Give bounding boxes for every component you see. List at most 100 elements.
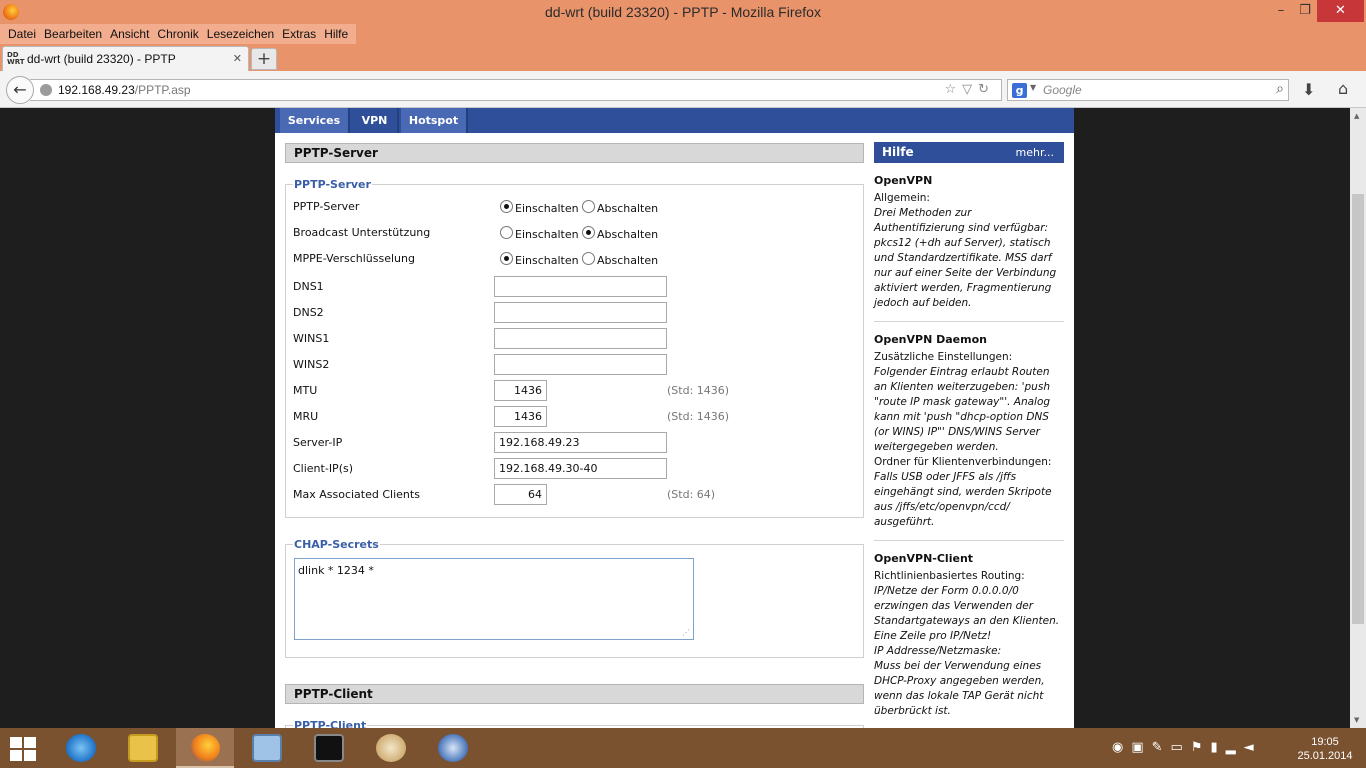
download-icon[interactable]: ⬇ [1302,80,1315,99]
google-icon[interactable]: g [1012,83,1027,98]
menu-item-ansicht[interactable]: Ansicht [106,24,153,44]
maximize-button[interactable]: ❐ [1290,0,1320,22]
pptp-server-section-title: PPTP-Server [285,143,864,163]
pen-tray-icon[interactable]: ✎ [1152,740,1163,755]
url-path: /PPTP.asp [134,83,191,97]
close-window-button[interactable]: ✕ [1317,0,1364,22]
help-paragraph: Drei Methoden zur Authentifizierung sind… [874,207,1057,309]
tab-hotspot[interactable]: Hotspot [401,108,468,133]
broadcast-unterst-tzung-off-label: Abschalten [597,228,659,241]
navigation-toolbar: 192.168.49.23/PPTP.asp ☆▽↻ ← g ▼ Google … [0,71,1366,108]
url-bar[interactable]: 192.168.49.23/PPTP.asp ☆▽↻ [30,79,1002,101]
wins2-label: WINS2 [293,358,330,371]
pptp-server-on-radio[interactable] [500,200,513,213]
new-tab-button[interactable]: + [251,48,277,70]
paint-icon [376,734,406,762]
mtu-label: MTU [293,384,318,397]
help-paragraph: IP Addresse/Netzmaske: [874,645,1002,657]
server-ip-input[interactable]: 192.168.49.23 [494,432,667,453]
search-bar[interactable]: g ▼ Google ⌕ [1007,79,1289,101]
taskbar-paint[interactable] [362,728,420,768]
back-arrow-icon: ← [13,80,27,99]
mru-default-hint: (Std: 1436) [667,410,730,423]
resize-grip-icon[interactable]: ⋰ [682,628,690,637]
clock-time: 19:05 [1311,736,1339,748]
help-paragraph: Allgemein: [874,192,930,204]
taskbar-control-panel[interactable] [238,728,296,768]
taskbar-thunderbird[interactable] [424,728,482,768]
dns1-input[interactable] [494,276,667,297]
ddwrt-page: Services VPN Hotspot PPTP-Server PPTP-Se… [275,108,1074,728]
server-ip-label: Server-IP [293,436,343,449]
opera-tray-icon[interactable]: ◉ [1112,740,1123,755]
menu-item-chronik[interactable]: Chronik [153,24,202,44]
client-ip-s-input[interactable]: 192.168.49.30-40 [494,458,667,479]
menu-item-bearbeiten[interactable]: Bearbeiten [40,24,106,44]
page-scrollbar[interactable]: ▲ ▼ [1350,108,1366,728]
taskbar-firefox[interactable] [176,728,234,768]
signal-tray-icon[interactable]: ▂ [1226,740,1236,755]
windows-start-icon[interactable] [10,737,36,761]
broadcast-unterst-tzung-off-radio[interactable] [582,226,595,239]
mru-input[interactable]: 1436 [494,406,547,427]
menu-bar: Datei Bearbeiten Ansicht Chronik Lesezeichen… [0,24,1366,44]
chap-secrets-textarea[interactable]: dlink * 1234 * ⋰ [294,558,694,640]
reload-icon[interactable]: ↻ [978,82,995,97]
menu-items: Datei Bearbeiten Ansicht Chronik Lesezeichen… [0,24,357,44]
menu-item-extras[interactable]: Extras [278,24,320,44]
windows-taskbar: ◉ ▣ ✎ ▭ ⚑ ▮ ▂ ◄ 19:05 25.01.2014 [0,728,1366,768]
app-tray-icon[interactable]: ▣ [1131,740,1143,755]
menu-item-lesezeichen[interactable]: Lesezeichen [203,24,278,44]
search-engine-dropdown-icon[interactable]: ▼ [1030,83,1036,92]
taskbar-clock[interactable]: 19:05 25.01.2014 [1290,735,1360,763]
folder-icon [128,734,158,762]
system-tray: ◉ ▣ ✎ ▭ ⚑ ▮ ▂ ◄ [1112,740,1254,755]
dropdown-icon[interactable]: ▽ [962,82,978,97]
scrollbar-thumb[interactable] [1352,194,1364,624]
help-more-link[interactable]: mehr... [1016,142,1054,163]
volume-tray-icon[interactable]: ◄ [1244,740,1254,755]
menu-item-hilfe[interactable]: Hilfe [320,24,352,44]
tab-services[interactable]: Services [280,108,350,133]
home-icon[interactable]: ⌂ [1338,79,1348,98]
dns2-input[interactable] [494,302,667,323]
close-tab-icon[interactable]: ✕ [233,52,242,65]
broadcast-unterst-tzung-on-label: Einschalten [515,228,579,241]
help-block-openvpn-client: OpenVPN-Client Richtlinienbasiertes Routi… [874,541,1064,728]
tab-vpn[interactable]: VPN [352,108,399,133]
pptp-server-legend: PPTP-Server [293,178,372,191]
pptp-server-on-label: Einschalten [515,202,579,215]
help-paragraph: Falls USB oder JFFS als /jffs eingehängt… [874,471,1052,528]
back-button[interactable]: ← [6,76,34,104]
help-block-heading: OpenVPN Daemon [874,333,987,346]
scroll-up-icon[interactable]: ▲ [1354,112,1359,120]
wins1-input[interactable] [494,328,667,349]
taskbar-file-explorer[interactable] [114,728,172,768]
browser-tab[interactable]: DD WRT dd-wrt (build 23320) - PPTP ✕ [2,46,249,71]
broadcast-unterst-tzung-on-radio[interactable] [500,226,513,239]
internet-explorer-icon [66,734,96,762]
menu-item-datei[interactable]: Datei [4,24,40,44]
pptp-server-label: PPTP-Server [293,200,360,213]
mtu-input[interactable]: 1436 [494,380,547,401]
taskbar-internet-explorer[interactable] [52,728,110,768]
window-titlebar: dd-wrt (build 23320) - PPTP - Mozilla Fi… [0,0,1366,24]
flag-tray-icon[interactable]: ⚑ [1191,740,1203,755]
mppe-verschl-sselung-on-radio[interactable] [500,252,513,265]
url-host: 192.168.49.23 [58,83,135,97]
search-icon[interactable]: ⌕ [1276,81,1284,97]
max-associated-clients-input[interactable]: 64 [494,484,547,505]
help-title: Hilfe [882,145,914,159]
pptp-server-off-radio[interactable] [582,200,595,213]
window-title: dd-wrt (build 23320) - PPTP - Mozilla Fi… [545,4,821,20]
network-tray-icon[interactable]: ▭ [1171,740,1183,755]
wins2-input[interactable] [494,354,667,375]
control-panel-icon [252,734,282,762]
scroll-down-icon[interactable]: ▼ [1354,716,1359,724]
firefox-taskbar-icon [190,734,220,762]
star-icon[interactable]: ☆ [944,82,962,97]
mppe-verschl-sselung-off-radio[interactable] [582,252,595,265]
battery-tray-icon[interactable]: ▮ [1211,740,1218,755]
taskbar-command-prompt[interactable] [300,728,358,768]
url-text: 192.168.49.23/PPTP.asp [58,83,191,97]
